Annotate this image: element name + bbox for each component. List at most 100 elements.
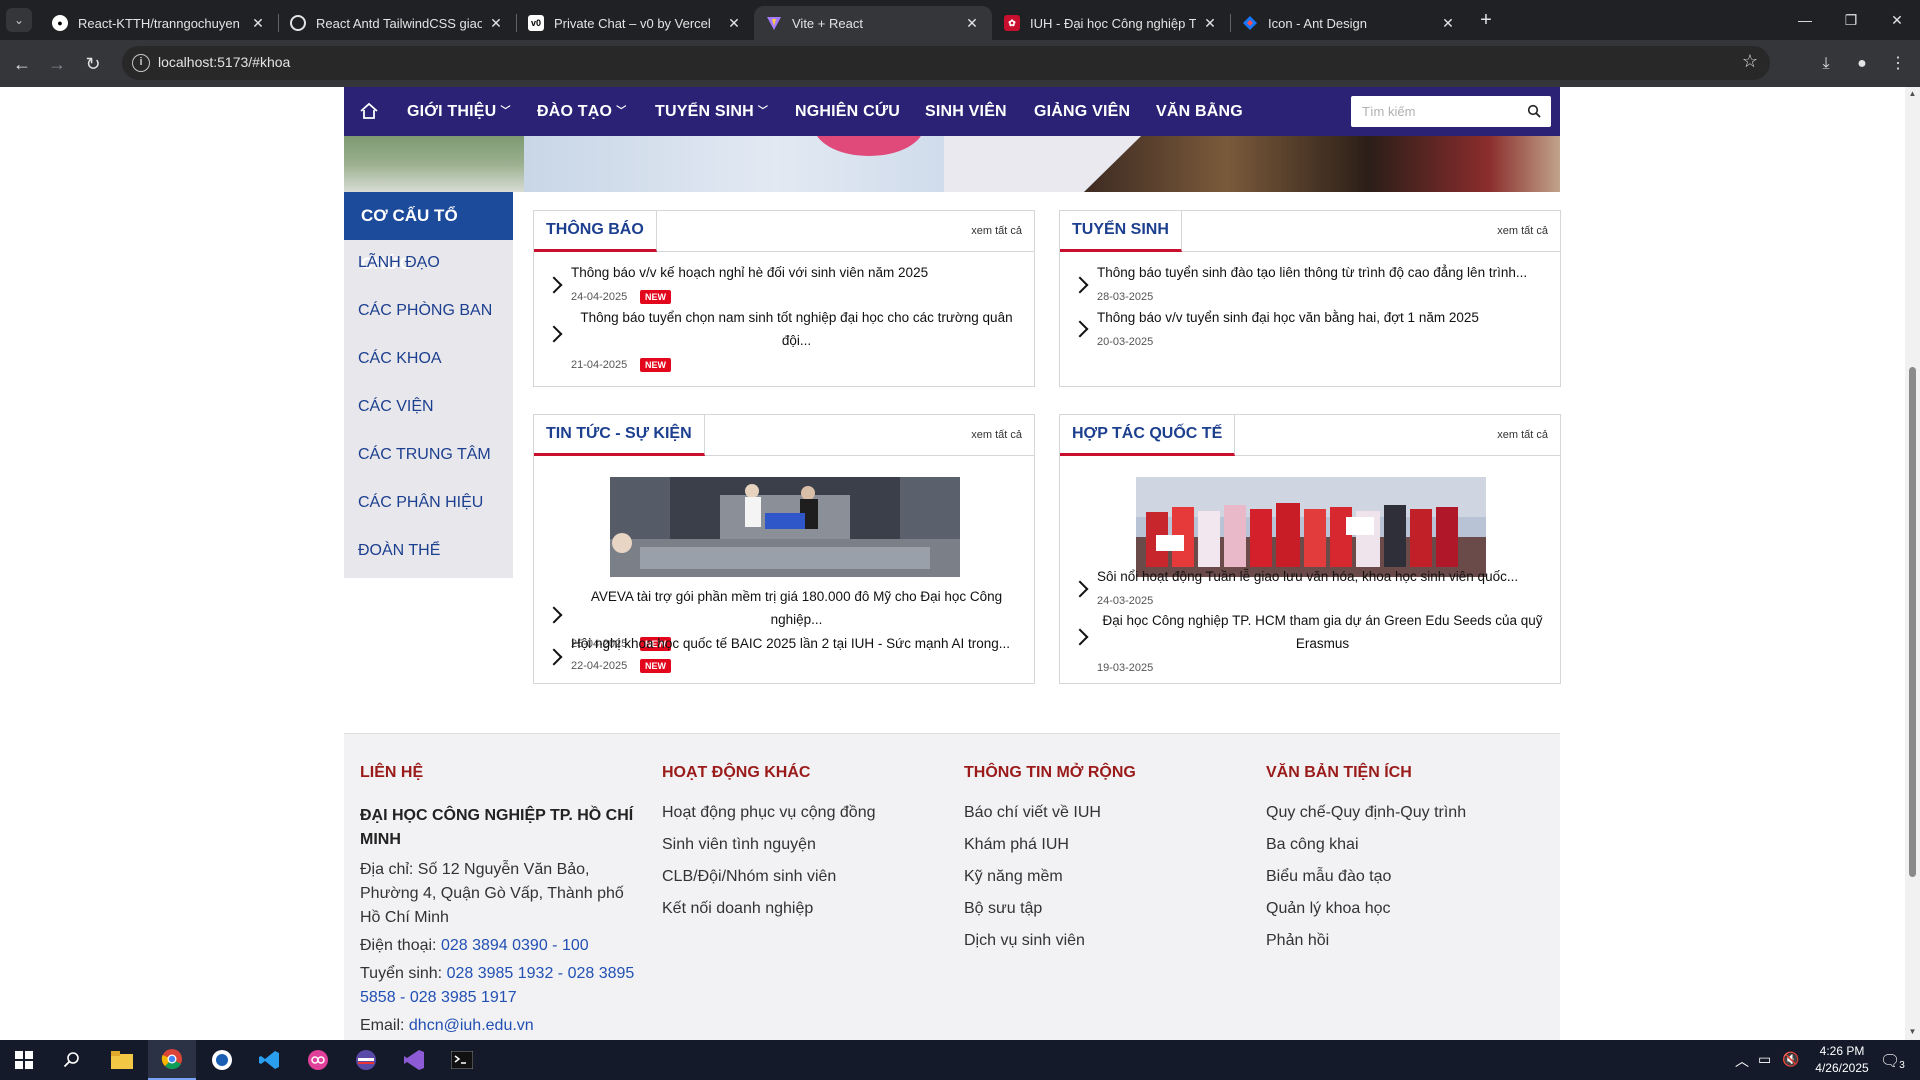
new-tab-button[interactable]: + xyxy=(1472,8,1500,32)
network-icon[interactable]: ▭ xyxy=(1758,1051,1771,1068)
browser-tab-v0[interactable]: v0 Private Chat – v0 by Vercel ✕ xyxy=(516,6,754,40)
footer-link[interactable]: Ba công khai xyxy=(1266,836,1359,854)
footer-link[interactable]: Biểu mẫu đào tạo xyxy=(1266,868,1391,886)
tab-search-button[interactable]: ⌄ xyxy=(6,8,32,32)
footer-link[interactable]: Dịch vụ sinh viên xyxy=(964,932,1085,950)
clock-time[interactable]: 4:26 PM xyxy=(1806,1044,1878,1058)
bookmark-star-icon[interactable]: ☆ xyxy=(1742,51,1758,72)
browser-tab-github[interactable]: ● React-KTTH/tranngochuyen at ✕ xyxy=(40,6,278,40)
sidebar-item-vien[interactable]: CÁC VIỆN xyxy=(358,398,434,416)
nav-gioi-thieu[interactable]: GIỚI THIỆU ﹀ xyxy=(407,87,511,136)
footer-link[interactable]: Kết nối doanh nghiệp xyxy=(662,900,813,918)
sidebar-item-trung-tam[interactable]: CÁC TRUNG TÂM xyxy=(358,446,491,464)
footer-link[interactable]: Bộ sưu tập xyxy=(964,900,1042,918)
sidebar-item-khoa[interactable]: CÁC KHOA xyxy=(358,350,442,368)
list-item[interactable]: Thông báo tuyển sinh đào tạo liên thông … xyxy=(1060,261,1560,305)
visual-studio-icon[interactable] xyxy=(390,1040,438,1080)
close-icon[interactable]: ✕ xyxy=(1440,15,1456,32)
windows-start-icon[interactable] xyxy=(0,1040,48,1080)
list-item[interactable]: Thông báo v/v kế hoạch nghỉ hè đối với s… xyxy=(534,261,1034,305)
url-text[interactable]: localhost:5173/#khoa xyxy=(158,54,290,70)
list-item[interactable]: Đại học Công nghiệp TP. HCM tham gia dự … xyxy=(1060,609,1560,679)
news-title[interactable]: AVEVA tài trợ gói phần mềm trị giá 180.0… xyxy=(571,585,1022,631)
app-icon-pink[interactable] xyxy=(294,1040,342,1080)
file-explorer-icon[interactable] xyxy=(98,1040,146,1080)
card-title[interactable]: TIN TỨC - SỰ KIỆN xyxy=(534,415,705,456)
back-icon[interactable]: ← xyxy=(8,50,36,78)
nav-dao-tao[interactable]: ĐÀO TẠO ﹀ xyxy=(537,87,626,136)
footer-link[interactable]: Báo chí viết về IUH xyxy=(964,804,1101,822)
card-title[interactable]: TUYỂN SINH xyxy=(1060,211,1182,252)
footer-link[interactable]: Khám phá IUH xyxy=(964,836,1069,854)
browser-tab-iuh[interactable]: ✿ IUH - Đại học Công nghiệp TP.I ✕ xyxy=(992,6,1230,40)
sidebar-item-phan-hieu[interactable]: CÁC PHÂN HIỆU xyxy=(358,494,483,512)
download-icon[interactable]: ⤓ xyxy=(1812,50,1840,78)
list-item[interactable]: Thông báo v/v tuyển sinh đại học văn bằn… xyxy=(1060,306,1560,350)
vscode-icon[interactable] xyxy=(246,1040,294,1080)
chrome-icon[interactable] xyxy=(148,1040,196,1080)
news-thumbnail-image[interactable] xyxy=(610,477,960,577)
news-title[interactable]: Đại học Công nghiệp TP. HCM tham gia dự … xyxy=(1097,609,1548,655)
sidebar-item-phong-ban[interactable]: CÁC PHÒNG BAN xyxy=(358,302,492,320)
app-icon-stripes[interactable] xyxy=(342,1040,390,1080)
tray-chevron-up-icon[interactable]: ︿ xyxy=(1735,1051,1749,1071)
sidebar-item-doan-the[interactable]: ĐOÀN THỂ xyxy=(358,542,440,560)
close-icon[interactable]: ✕ xyxy=(964,15,980,32)
page-scrollbar[interactable]: ▲ ▼ xyxy=(1905,87,1920,1040)
clock-date[interactable]: 4/26/2025 xyxy=(1806,1061,1878,1075)
nav-tuyen-sinh[interactable]: TUYỂN SINH ﹀ xyxy=(655,87,768,136)
profile-icon[interactable]: ● xyxy=(1848,50,1876,78)
list-item[interactable]: Thông báo tuyển chọn nam sinh tốt nghiệp… xyxy=(534,306,1034,376)
close-icon[interactable]: ✕ xyxy=(726,15,742,32)
app-icon-circle[interactable] xyxy=(198,1040,246,1080)
footer-link[interactable]: Quy chế-Quy định-Quy trình xyxy=(1266,804,1466,822)
see-all-link[interactable]: xem tất cả xyxy=(971,225,1022,237)
forward-icon[interactable]: → xyxy=(43,50,71,78)
card-title[interactable]: HỢP TÁC QUỐC TẾ xyxy=(1060,415,1236,456)
see-all-link[interactable]: xem tất cả xyxy=(971,429,1022,441)
sidebar-item-lanh-dao[interactable]: LÃNH ĐẠO xyxy=(358,254,440,272)
nav-giang-vien[interactable]: GIẢNG VIÊN xyxy=(1034,87,1130,136)
browser-tab-vite-active[interactable]: Vite + React ✕ xyxy=(754,6,992,40)
news-title[interactable]: Thông báo tuyển sinh đào tạo liên thông … xyxy=(1097,261,1548,284)
taskbar-search-icon[interactable] xyxy=(48,1040,96,1080)
phone-link[interactable]: 028 3894 0390 - 100 xyxy=(441,937,589,954)
browser-tab-antd[interactable]: Icon - Ant Design ✕ xyxy=(1230,6,1468,40)
cooperation-thumbnail-image[interactable] xyxy=(1136,477,1486,577)
see-all-link[interactable]: xem tất cả xyxy=(1497,429,1548,441)
browser-tab-chatgpt[interactable]: React Antd TailwindCSS giao di ✕ xyxy=(278,6,516,40)
footer-link[interactable]: Hoạt động phục vụ cộng đồng xyxy=(662,804,876,822)
search-icon[interactable] xyxy=(1527,104,1541,118)
footer-link[interactable]: CLB/Đội/Nhóm sinh viên xyxy=(662,868,836,886)
search-input[interactable] xyxy=(1351,96,1516,127)
list-item[interactable]: Hội nghị khoa học quốc tế BAIC 2025 lần … xyxy=(534,629,1034,673)
reload-icon[interactable]: ↻ xyxy=(79,50,107,78)
footer-link[interactable]: Kỹ năng mềm xyxy=(964,868,1063,886)
see-all-link[interactable]: xem tất cả xyxy=(1497,225,1548,237)
address-bar[interactable]: i localhost:5173/#khoa ☆ xyxy=(122,46,1770,80)
footer-link[interactable]: Quản lý khoa học xyxy=(1266,900,1391,918)
list-item[interactable]: Sôi nổi hoạt động Tuần lễ giao lưu văn h… xyxy=(1060,565,1560,609)
site-info-icon[interactable]: i xyxy=(132,54,150,72)
close-icon[interactable]: ✕ xyxy=(250,15,266,32)
card-title[interactable]: THÔNG BÁO xyxy=(534,211,657,252)
volume-muted-icon[interactable]: 🔇 xyxy=(1782,1051,1799,1068)
email-link[interactable]: dhcn@iuh.edu.vn xyxy=(409,1017,534,1034)
close-icon[interactable]: ✕ xyxy=(488,15,504,32)
scroll-down-arrow-icon[interactable]: ▼ xyxy=(1908,1027,1917,1036)
footer-link[interactable]: Sinh viên tình nguyện xyxy=(662,836,816,854)
news-title[interactable]: Hội nghị khoa học quốc tế BAIC 2025 lần … xyxy=(571,632,1022,655)
nav-nghien-cuu[interactable]: NGHIÊN CỨU xyxy=(795,87,900,136)
nav-van-bang[interactable]: VĂN BẰNG xyxy=(1156,87,1243,136)
home-icon[interactable] xyxy=(359,101,379,121)
restore-icon[interactable]: ❐ xyxy=(1828,0,1874,40)
news-title[interactable]: Sôi nổi hoạt động Tuần lễ giao lưu văn h… xyxy=(1097,565,1548,588)
terminal-icon[interactable] xyxy=(438,1040,486,1080)
news-title[interactable]: Thông báo v/v tuyển sinh đại học văn bằn… xyxy=(1097,306,1548,329)
news-title[interactable]: Thông báo v/v kế hoạch nghỉ hè đối với s… xyxy=(571,261,1022,284)
scroll-up-arrow-icon[interactable]: ▲ xyxy=(1908,89,1917,98)
close-icon[interactable]: ✕ xyxy=(1202,15,1218,32)
window-close-icon[interactable]: ✕ xyxy=(1874,0,1920,40)
nav-sinh-vien[interactable]: SINH VIÊN xyxy=(925,87,1007,136)
minimize-icon[interactable]: — xyxy=(1782,0,1828,40)
